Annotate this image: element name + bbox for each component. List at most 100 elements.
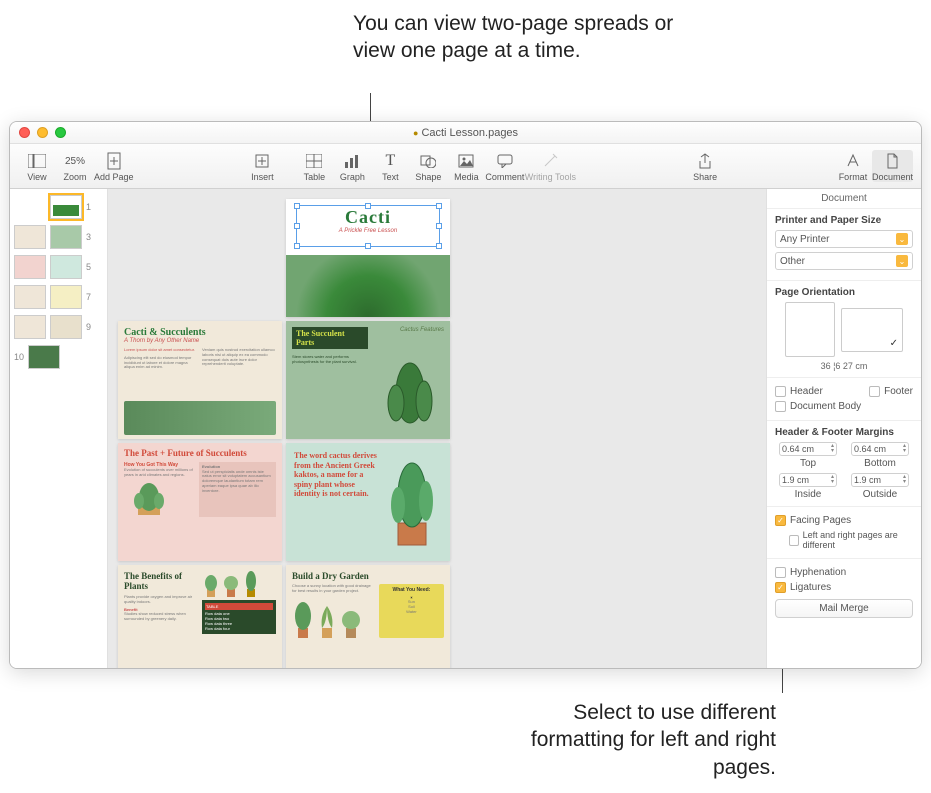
margin-outside-label: Outside [847,489,913,500]
orientation-portrait[interactable] [785,302,835,357]
printer-section-title: Printer and Paper Size [775,215,913,226]
margin-inside-label: Inside [775,489,841,500]
minimize-button[interactable] [37,127,48,138]
mail-merge-button[interactable]: Mail Merge [775,599,913,618]
margin-top-stepper[interactable]: 0.64 cm▴▾ [779,442,837,456]
page7-title: Build a Dry Garden [292,571,444,581]
share-label: Share [693,172,717,182]
hyphenation-checkbox[interactable] [775,567,786,578]
lr-different-row[interactable]: Left and right pages are different [775,528,913,552]
zoom-dropdown[interactable]: 25% Zoom [56,150,94,182]
hyphenation-row[interactable]: Hyphenation [775,565,913,580]
add-page-button[interactable]: Add Page [94,150,134,182]
footer-checkbox[interactable] [869,386,880,397]
document-tab-button[interactable]: Document [872,150,913,182]
graph-label: Graph [340,172,365,182]
thumb-num-10: 10 [14,352,24,362]
thumb-row-2[interactable]: 3 [14,225,103,249]
text-button[interactable]: T Text [371,150,409,182]
app-window: ● Cacti Lesson.pages View 25% Zoom Add P… [9,121,922,669]
page-3[interactable]: The Succulent Parts Stem stores water an… [286,321,450,439]
inspector-panel: Document Printer and Paper Size Any Prin… [766,189,921,668]
page-4[interactable]: The Past + Future of Succulents How You … [118,443,282,561]
page-2[interactable]: Cacti & Succulents A Thorn by Any Other … [118,321,282,439]
page-1[interactable]: Cacti A Prickle Free Lesson [286,199,450,317]
zoom-button[interactable] [55,127,66,138]
margins-title: Header & Footer Margins [775,427,913,438]
thumbnails-sidebar[interactable]: 1 3 5 7 9 10 [10,189,108,668]
page6-title: The Benefits of Plants [124,571,198,591]
margins-section: Header & Footer Margins 0.64 cm▴▾ Top 0.… [767,421,921,507]
close-button[interactable] [19,127,30,138]
document-body-checkbox[interactable] [775,401,786,412]
view-button[interactable]: View [18,150,56,182]
orientation-title: Page Orientation [775,287,913,298]
thumb-row-4[interactable]: 7 [14,285,103,309]
media-button[interactable]: Media [447,150,485,182]
printer-value: Any Printer [780,234,829,245]
orientation-landscape[interactable]: ✓ [841,308,903,352]
document-canvas[interactable]: Cacti A Prickle Free Lesson Cacti & Succ… [108,189,766,668]
page-7[interactable]: Build a Dry Garden Choose a sunny locati… [286,565,450,668]
header-checkbox-row[interactable]: Header [775,384,823,399]
facing-pages-label: Facing Pages [790,515,851,526]
thumb-row-1[interactable]: 1 [14,195,103,219]
table-label: Table [304,172,326,182]
page-6[interactable]: The Benefits of Plants Plants provide ox… [118,565,282,668]
document-body-row[interactable]: Document Body [775,399,913,414]
margin-outside-stepper[interactable]: 1.9 cm▴▾ [851,473,909,487]
traffic-lights [10,127,66,138]
modified-dot: ● [413,128,418,138]
format-label: Format [839,172,868,182]
thumb-num-7: 7 [86,292,91,302]
zoom-value: 25% [65,150,85,172]
page4-title: The Past + Future of Succulents [124,449,276,459]
hyphenation-label: Hyphenation [790,567,846,578]
page-5[interactable]: The word cactus derives from the Ancient… [286,443,450,561]
facing-pages-checkbox[interactable]: ✓ [775,515,786,526]
selection-handles[interactable] [296,205,440,247]
insert-button[interactable]: Insert [243,150,281,182]
margin-top-label: Top [775,458,841,469]
footer-checkbox-row[interactable]: Footer [869,384,913,399]
zoom-label: Zoom [63,172,86,182]
graph-button[interactable]: Graph [333,150,371,182]
view-icon [28,150,46,172]
page5-quote: The word cactus derives from the Ancient… [294,451,382,499]
document-body-label: Document Body [790,401,861,412]
format-button[interactable]: Format [834,150,872,182]
text-label: Text [382,172,399,182]
thumb-row-5[interactable]: 9 [14,315,103,339]
facing-pages-row[interactable]: ✓ Facing Pages [775,513,913,528]
table-button[interactable]: Table [295,150,333,182]
toolbar: View 25% Zoom Add Page Insert Table [10,144,921,189]
add-page-label: Add Page [94,172,134,182]
thumb-row-6[interactable]: 10 [14,345,103,369]
printer-dropdown[interactable]: Any Printer ⌄ [775,230,913,248]
writing-tools-icon [542,150,558,172]
window-title: ● Cacti Lesson.pages [10,127,921,139]
thumb-row-3[interactable]: 5 [14,255,103,279]
footer-label: Footer [884,386,913,397]
writing-tools-button[interactable]: Writing Tools [524,150,576,182]
comment-button[interactable]: Comment [485,150,524,182]
ligatures-row[interactable]: ✓ Ligatures [775,580,913,595]
page2-title: Cacti & Succulents [124,327,276,338]
page7-box-title: What You Need: [382,587,441,593]
check-icon: ✓ [890,338,898,349]
share-button[interactable]: Share [686,150,724,182]
paper-dropdown[interactable]: Other ⌄ [775,252,913,270]
ligatures-checkbox[interactable]: ✓ [775,582,786,593]
media-icon [458,150,474,172]
writing-tools-label: Writing Tools [525,172,576,182]
shape-icon [420,150,436,172]
lr-different-checkbox[interactable] [789,535,799,546]
thumb-num-5: 5 [86,262,91,272]
shape-button[interactable]: Shape [409,150,447,182]
orientation-section: Page Orientation ✓ 36 ¦6 27 cm [767,281,921,378]
header-checkbox[interactable] [775,386,786,397]
comment-icon [497,150,513,172]
format-icon [845,150,861,172]
margin-bottom-stepper[interactable]: 0.64 cm▴▾ [851,442,909,456]
margin-inside-stepper[interactable]: 1.9 cm▴▾ [779,473,837,487]
